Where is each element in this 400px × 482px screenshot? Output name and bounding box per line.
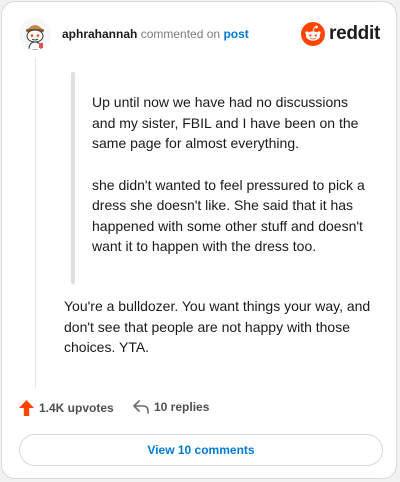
reply-count: 10 replies xyxy=(154,400,210,414)
quote-paragraph: Up until now we have had no discussions … xyxy=(92,94,359,151)
thread-line xyxy=(35,58,36,388)
upvote-arrow-icon xyxy=(19,400,34,416)
upvote-button[interactable]: 1.4K upvotes xyxy=(19,400,114,416)
comment-body: You're a bulldozer. You want things your… xyxy=(64,296,374,358)
quoted-text: Up until now we have had no discussions … xyxy=(92,92,372,278)
username-link[interactable]: aphrahannah xyxy=(62,27,137,41)
reply-arrow-icon xyxy=(133,400,149,414)
upvote-count: 1.4K upvotes xyxy=(39,401,114,415)
avatar[interactable] xyxy=(19,18,51,50)
snoo-avatar-icon xyxy=(19,18,51,50)
quote-bar xyxy=(71,72,75,284)
comment-text: You're a bulldozer. You want things your… xyxy=(64,298,371,355)
reply-button[interactable]: 10 replies xyxy=(133,400,209,414)
reddit-brand[interactable]: reddit xyxy=(301,22,380,46)
comment-byline: aphrahannah commented on post xyxy=(62,27,249,41)
comment-card: aphrahannah commented on post reddit Up … xyxy=(1,1,397,479)
post-link[interactable]: post xyxy=(223,27,248,41)
quote-paragraph: she didn't wanted to feel pressured to p… xyxy=(92,176,365,255)
reddit-logo-icon xyxy=(301,22,326,46)
action-text: commented on xyxy=(140,27,221,41)
view-comments-button[interactable]: View 10 comments xyxy=(19,434,383,466)
brand-wordmark: reddit xyxy=(329,23,380,44)
comment-header: aphrahannah commented on post reddit xyxy=(19,18,380,50)
